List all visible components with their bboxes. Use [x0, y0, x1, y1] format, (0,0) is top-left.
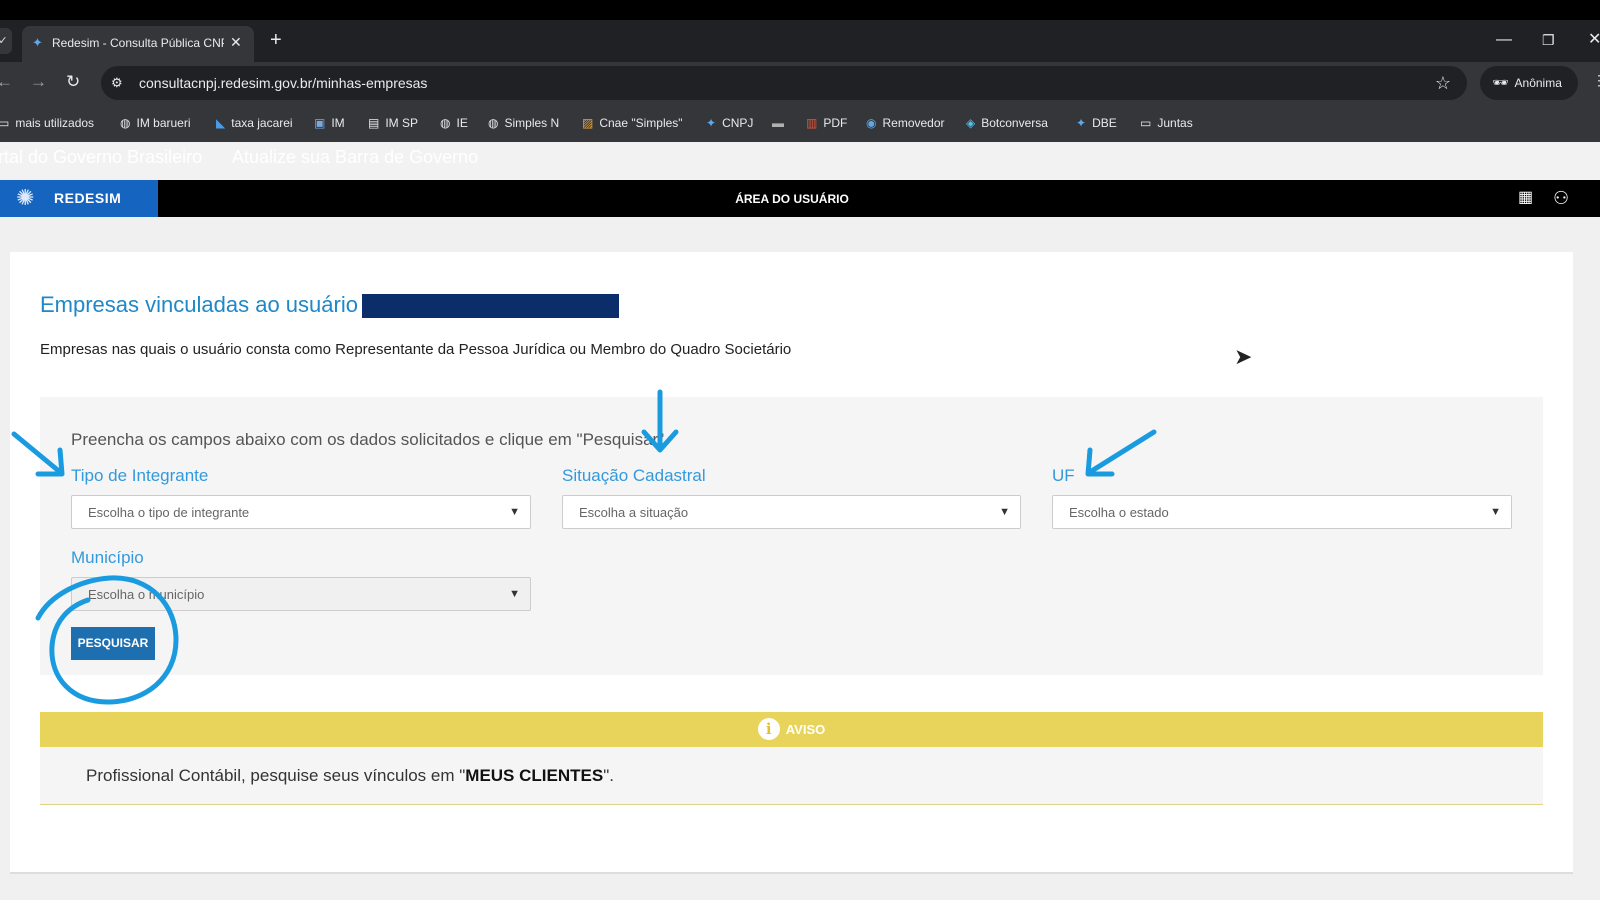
info-icon: i — [757, 718, 780, 740]
mouse-cursor-icon: ➤ — [1234, 344, 1253, 369]
close-window-icon[interactable]: ✕ — [1588, 28, 1600, 52]
folder-icon: ▭ — [1140, 116, 1152, 130]
select-placeholder: Escolha o tipo de integrante — [88, 505, 250, 520]
form-instructions: Preencha os campos abaixo com os dados s… — [71, 430, 665, 449]
screen-top-strip — [0, 0, 1600, 20]
redesim-logo[interactable]: ✺ REDESIM — [0, 180, 158, 217]
restore-window-icon[interactable]: ❐ — [1542, 28, 1555, 52]
bookmark-item[interactable]: ◉ Removedor — [866, 114, 945, 132]
bookmark-item[interactable]: ▭ mais utilizados — [0, 114, 94, 132]
bookmark-item[interactable]: ✦ CNPJ — [706, 114, 753, 132]
folder-icon: ▭ — [0, 116, 10, 130]
redacted-user-name — [362, 294, 619, 318]
forward-arrow-icon[interactable]: → — [30, 71, 47, 93]
app-header: ✺ REDESIM ÁREA DO USUÁRIO ▦ ⚇ — [0, 180, 1600, 217]
site-icon: ◈ — [966, 116, 976, 130]
bookmark-item[interactable]: ▬ — [772, 114, 790, 132]
globe-icon: ◍ — [488, 116, 499, 130]
bookmark-item[interactable]: ▤ IM SP — [368, 114, 418, 132]
bookmark-item[interactable]: ▥ PDF — [806, 114, 847, 132]
address-bar[interactable]: ⚙ consultacnpj.redesim.gov.br/minhas-emp… — [101, 66, 1467, 100]
close-tab-icon[interactable]: ✕ — [230, 34, 242, 50]
municipio-select[interactable]: Escolha o município ▼ — [71, 577, 531, 611]
site-icon: ◣ — [216, 116, 226, 130]
bookmark-item[interactable]: ◣ taxa jacarei — [216, 114, 293, 132]
bookmark-item[interactable]: ▭ Juntas — [1140, 114, 1193, 132]
bookmark-item[interactable]: ◍ Simples N — [488, 114, 559, 132]
chevron-down-icon: ▼ — [509, 588, 520, 600]
page-description: Empresas nas quais o usuário consta como… — [40, 341, 792, 358]
gov-update-link[interactable]: Atualize sua Barra de Governo — [232, 146, 478, 168]
page-title: Empresas vinculadas ao usuário - — [40, 292, 372, 317]
aviso-body: Profissional Contábil, pesquise seus vín… — [40, 747, 1543, 805]
pesquisar-button[interactable]: PESQUISAR — [71, 627, 155, 660]
incognito-icon: 🕶 — [1492, 75, 1509, 90]
bookmark-item[interactable]: ◈ Botconversa — [966, 114, 1048, 132]
back-arrow-icon[interactable]: ← — [0, 71, 13, 93]
globe-icon: ◍ — [120, 116, 131, 130]
reload-icon[interactable]: ↻ — [66, 71, 80, 93]
gov-bar: rtal do Governo Brasileiro Atualize sua … — [0, 142, 1600, 180]
site-icon: ✦ — [706, 116, 717, 130]
tipo-integrante-label: Tipo de Integrante — [71, 466, 209, 485]
new-tab-button[interactable]: + — [270, 28, 282, 52]
meus-clientes-text: MEUS CLIENTES — [465, 766, 604, 785]
user-icon[interactable]: ⚇ — [1553, 187, 1569, 209]
select-placeholder: Escolha o estado — [1069, 505, 1169, 520]
situacao-cadastral-select[interactable]: Escolha a situação ▼ — [562, 495, 1021, 529]
bookmark-item[interactable]: ✦ DBE — [1076, 114, 1117, 132]
chevron-down-icon: ▼ — [1490, 506, 1501, 518]
site-icon: ▨ — [582, 116, 594, 130]
bookmark-item[interactable]: ◍ IE — [440, 114, 468, 132]
chevron-down-icon: ▼ — [509, 506, 520, 518]
gov-portal-link[interactable]: rtal do Governo Brasileiro — [0, 146, 202, 168]
municipio-label: Município — [71, 548, 144, 567]
bookmark-item[interactable]: ◍ IM barueri — [120, 114, 191, 132]
chevron-down-icon: ▼ — [999, 506, 1010, 518]
globe-icon: ◍ — [440, 116, 451, 130]
select-placeholder: Escolha o município — [88, 587, 205, 602]
aviso-label: AVISO — [785, 722, 826, 737]
bookmark-item[interactable]: ▨ Cnae "Simples" — [582, 114, 683, 132]
browser-tab-bar: ✓ ✦ Redesim - Consulta Pública CNPJ ✕ + … — [0, 20, 1600, 62]
globe-logo-icon: ✺ — [16, 185, 35, 210]
page-icon: ▤ — [368, 116, 380, 130]
tipo-integrante-select[interactable]: Escolha o tipo de integrante ▼ — [71, 495, 531, 529]
redesim-favicon-icon: ✦ — [32, 35, 43, 50]
url-text[interactable]: consultacnpj.redesim.gov.br/minhas-empre… — [139, 74, 427, 92]
bookmark-star-icon[interactable]: ☆ — [1435, 72, 1451, 94]
site-settings-icon[interactable]: ⚙ — [111, 74, 123, 92]
header-title: ÁREA DO USUÁRIO — [735, 192, 849, 206]
incognito-profile-button[interactable]: 🕶 Anônima — [1480, 66, 1578, 100]
site-icon: ▣ — [314, 116, 326, 130]
browser-menu-icon[interactable]: ⋮ — [1592, 72, 1600, 89]
previous-tab-icon[interactable]: ✓ — [0, 28, 12, 54]
situacao-cadastral-label: Situação Cadastral — [562, 466, 706, 485]
aviso-text: Profissional Contábil, pesquise seus vín… — [86, 766, 614, 785]
site-icon: ✦ — [1076, 116, 1087, 130]
bookmark-item[interactable]: ▣ IM — [314, 114, 345, 132]
minimize-window-icon[interactable]: — — [1496, 28, 1512, 52]
profile-label: Anônima — [1514, 76, 1562, 90]
apps-grid-icon[interactable]: ▦ — [1518, 189, 1533, 207]
site-icon: ▬ — [772, 116, 784, 130]
site-icon: ◉ — [866, 116, 877, 130]
site-icon: ▥ — [806, 116, 818, 130]
aviso-bar: i AVISO — [40, 712, 1543, 747]
select-placeholder: Escolha a situação — [579, 505, 689, 520]
uf-label: UF — [1052, 466, 1075, 485]
browser-nav-bar: ← → ↻ ⚙ consultacnpj.redesim.gov.br/minh… — [0, 62, 1600, 104]
uf-select[interactable]: Escolha o estado ▼ — [1052, 495, 1512, 529]
logo-text: REDESIM — [54, 190, 122, 206]
bookmarks-bar: ▭ mais utilizados ◍ IM barueri ◣ taxa jacar… — [0, 104, 1600, 142]
browser-tab-active[interactable]: ✦ Redesim - Consulta Pública CNPJ ✕ — [22, 26, 254, 62]
tab-title: Redesim - Consulta Pública CNPJ — [52, 36, 224, 50]
